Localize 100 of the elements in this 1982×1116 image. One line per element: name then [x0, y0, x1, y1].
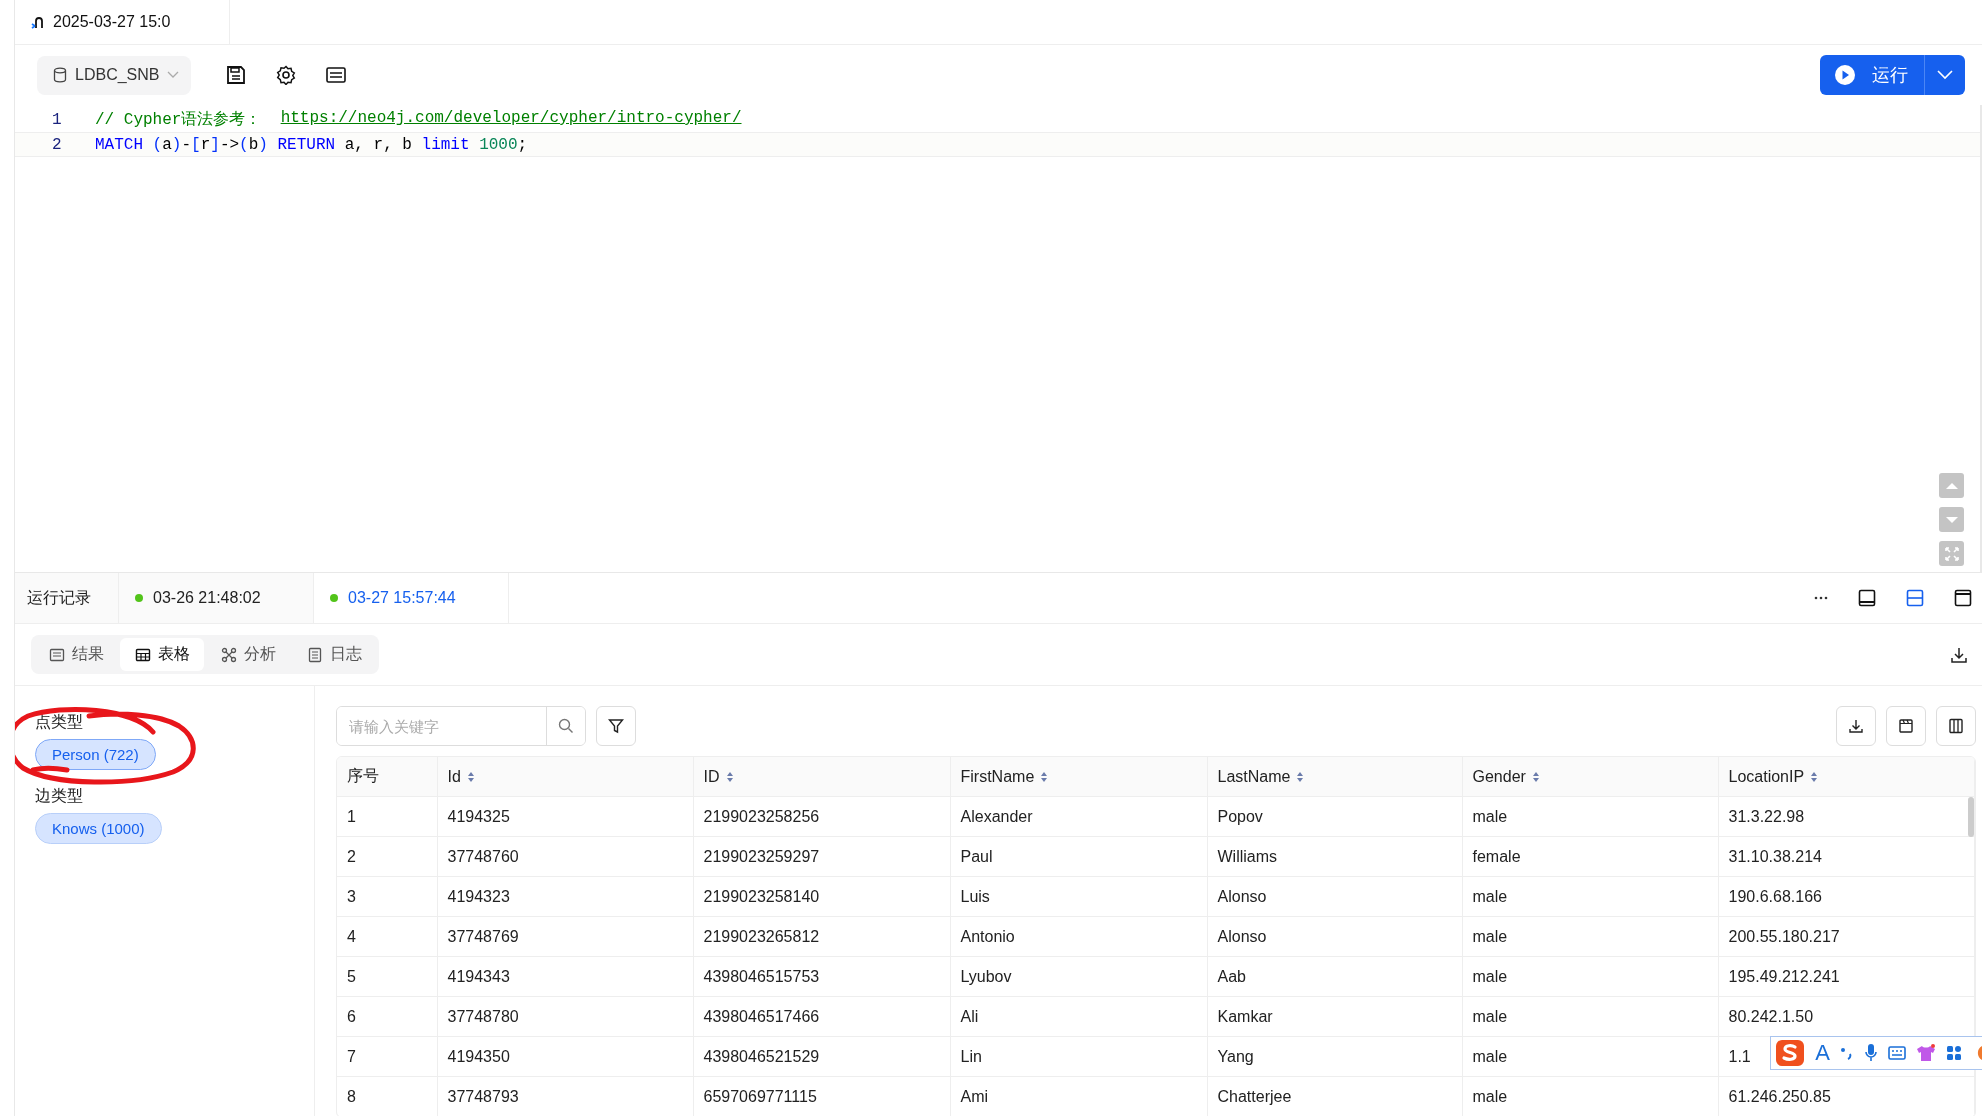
- history-tab[interactable]: 03-26 21:48:02: [119, 573, 314, 623]
- language-mode-toggle[interactable]: A: [1815, 1040, 1830, 1066]
- status-dot-icon: [135, 594, 143, 602]
- table-cell: 4194323: [447, 887, 510, 905]
- line-number: 2: [51, 135, 63, 154]
- result-tab[interactable]: 日志: [292, 638, 376, 671]
- table-cell: male: [1472, 807, 1508, 825]
- table-cell: 37748780: [447, 1007, 519, 1025]
- apps-icon[interactable]: [1946, 1045, 1962, 1061]
- table-cell: 1: [347, 807, 356, 825]
- table-cell: 2199023258140: [703, 887, 820, 905]
- table-cell: 61.246.250.85: [1728, 1087, 1831, 1105]
- export-button[interactable]: [1836, 706, 1876, 746]
- table-cell: 2199023259297: [703, 847, 820, 865]
- table-cell: Kamkar: [1217, 1007, 1273, 1025]
- sort-icon[interactable]: [466, 770, 475, 783]
- table-cell: male: [1472, 1007, 1508, 1025]
- column-header: LastName: [1217, 767, 1291, 786]
- s-logo-icon: [1775, 1039, 1806, 1067]
- sort-icon[interactable]: [1040, 770, 1049, 783]
- fullscreen-icon: [1944, 546, 1959, 561]
- table-cell: male: [1472, 1047, 1508, 1065]
- graph-nodes-icon: [221, 646, 237, 663]
- table-cell: 8: [347, 1087, 356, 1105]
- edge-type-chip[interactable]: Knows (1000): [35, 813, 162, 844]
- download-icon: [1847, 717, 1865, 735]
- table-cell: 7: [347, 1047, 356, 1065]
- table-cell: Yang: [1217, 1047, 1254, 1065]
- search-icon: [558, 718, 574, 734]
- table-cell: 31.3.22.98: [1728, 807, 1805, 825]
- table-cell: Popov: [1217, 807, 1263, 825]
- table-cell: 4194350: [447, 1047, 510, 1065]
- database-select[interactable]: LDBC_SNB: [37, 55, 192, 95]
- table-cell: 2199023265812: [703, 927, 820, 945]
- table-cell: male: [1472, 927, 1508, 945]
- more-icon[interactable]: [1814, 596, 1828, 600]
- table-cell: 4398046517466: [703, 1007, 820, 1025]
- tab-title: 2025-03-27 15:0: [53, 13, 171, 31]
- table-cell: Lin: [960, 1047, 982, 1065]
- table-cell: Antonio: [960, 927, 1015, 945]
- database-icon: [53, 67, 67, 83]
- table-icon: [135, 646, 151, 663]
- table-cell: 4: [347, 927, 356, 945]
- document-icon: [307, 646, 323, 663]
- table-cell: Luis: [960, 887, 990, 905]
- download-icon[interactable]: [1950, 645, 1968, 664]
- table-cell: Chatterjee: [1217, 1087, 1292, 1105]
- table-cell: female: [1472, 847, 1521, 865]
- save-icon[interactable]: [226, 65, 247, 85]
- table-cell: 1.1: [1728, 1047, 1751, 1065]
- table-cell: 2199023258256: [703, 807, 820, 825]
- caret-up-icon: [1945, 482, 1958, 489]
- filter-icon: [608, 718, 624, 734]
- status-dot-icon: [330, 594, 338, 602]
- window-icon: [1897, 717, 1915, 735]
- table-cell: Aab: [1217, 967, 1246, 985]
- result-tab[interactable]: 结果: [34, 638, 118, 671]
- scrollbar-thumb[interactable]: [1968, 797, 1974, 837]
- table-cell: Alonso: [1217, 927, 1267, 945]
- keyboard-icon[interactable]: [326, 67, 347, 83]
- top-panel-icon[interactable]: [1954, 589, 1972, 607]
- table-cell: 37748760: [447, 847, 519, 865]
- table-cell: 195.49.212.241: [1728, 967, 1840, 985]
- search-field[interactable]: 请输入关键字: [336, 706, 586, 746]
- history-label: 运行记录: [15, 573, 119, 623]
- column-header: 序号: [347, 766, 379, 786]
- sort-icon[interactable]: [1810, 770, 1819, 783]
- table-cell: 200.55.180.217: [1728, 927, 1840, 945]
- table-cell: 4194343: [447, 967, 510, 985]
- edge-types-label: 边类型: [35, 786, 84, 806]
- column-header: ID: [703, 767, 720, 786]
- table-cell: Paul: [960, 847, 993, 865]
- sort-icon[interactable]: [725, 770, 734, 783]
- result-tab[interactable]: 表格: [120, 638, 204, 671]
- table-cell: 37748793: [447, 1087, 519, 1105]
- table-cell: 37748769: [447, 927, 519, 945]
- table-cell: Lyubov: [960, 967, 1012, 985]
- column-header: FirstName: [960, 767, 1035, 786]
- code-line: MATCH (a)-[r]->(b) RETURN a, r, b limit 1000;: [95, 135, 528, 154]
- sort-icon[interactable]: [1531, 770, 1540, 783]
- table-cell: 31.10.38.214: [1728, 847, 1822, 865]
- microphone-icon[interactable]: [1864, 1043, 1878, 1063]
- punctuation-icon[interactable]: [1840, 1045, 1854, 1061]
- column-header: Gender: [1472, 767, 1526, 786]
- table-cell: 80.242.1.50: [1728, 1007, 1814, 1025]
- node-type-chip[interactable]: Person (722): [35, 739, 156, 770]
- sort-icon[interactable]: [1296, 770, 1305, 783]
- table-cell: 3: [347, 887, 356, 905]
- filter-button[interactable]: [596, 706, 636, 746]
- settings-icon[interactable]: [276, 65, 297, 85]
- shirt-icon[interactable]: [1916, 1044, 1936, 1062]
- result-tab[interactable]: 分析: [206, 638, 290, 671]
- table-cell: Alonso: [1217, 887, 1267, 905]
- window-button[interactable]: [1886, 706, 1926, 746]
- columns-button[interactable]: [1936, 706, 1976, 746]
- bottom-panel-icon[interactable]: [1858, 589, 1876, 607]
- table-cell: 6: [347, 1007, 356, 1025]
- reference-link[interactable]: https://neo4j.com/developer/cypher/intro-cypher/: [280, 109, 742, 130]
- table-cell: 6597069771115: [703, 1087, 817, 1105]
- split-layout-icon[interactable]: [1906, 589, 1924, 607]
